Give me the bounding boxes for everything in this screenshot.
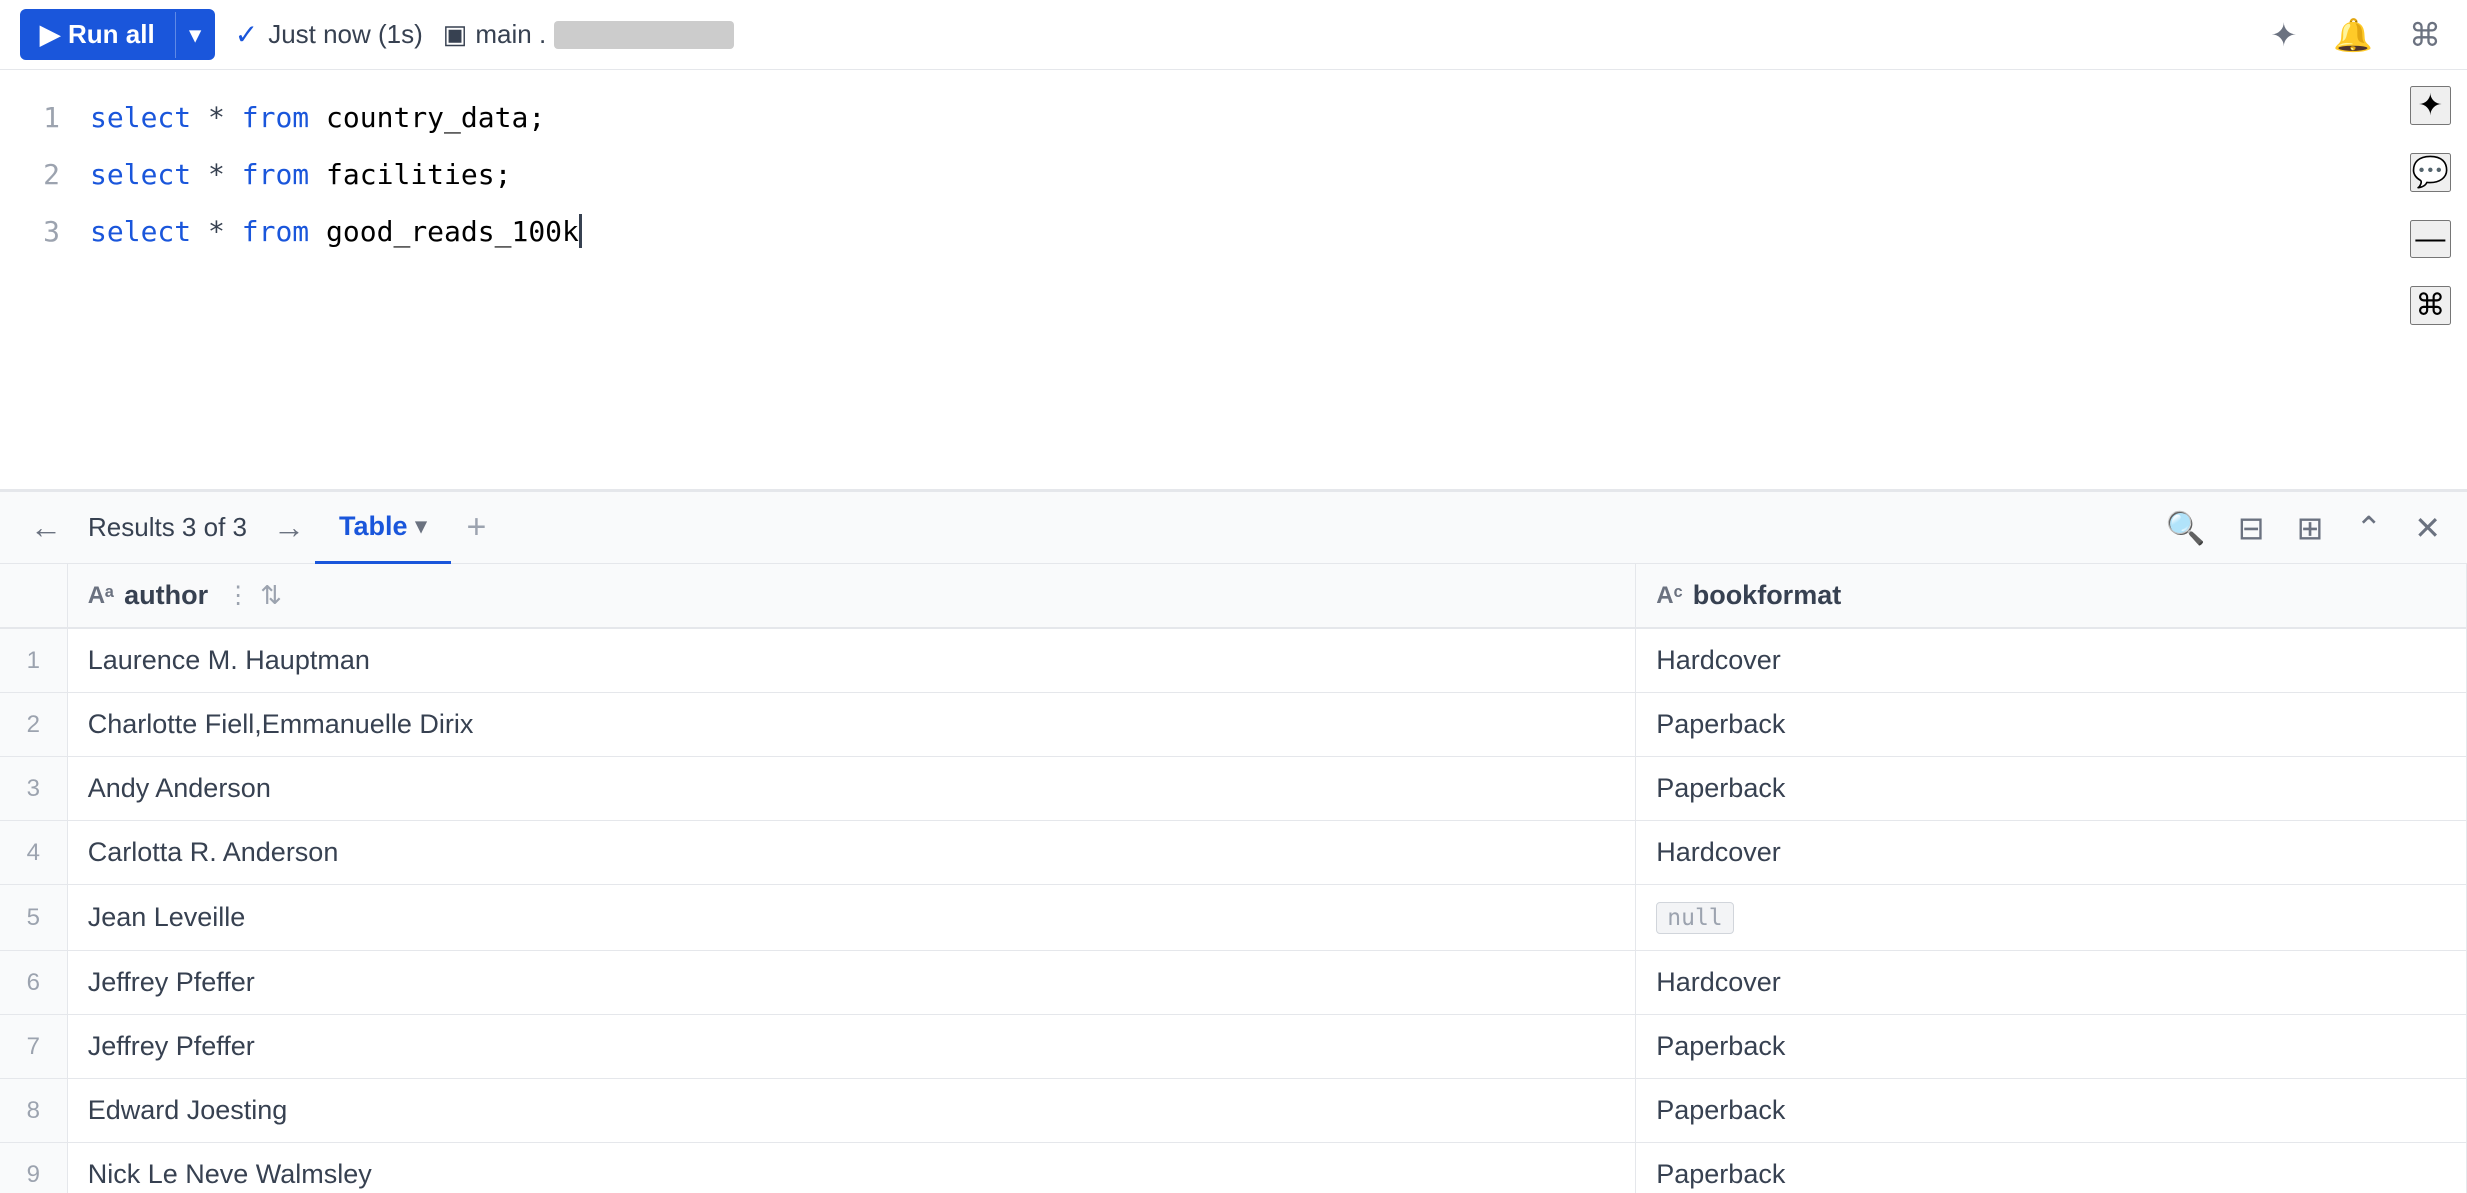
results-table: Aᵃ author ⋮ ⇅ Aᶜ bookformat 1 — [0, 564, 2467, 1193]
table-row: 2Charlotte Fiell,Emmanuelle DirixPaperba… — [0, 693, 2467, 757]
author-column-label: author — [124, 580, 208, 611]
toolbar: ▶ Run all ▾ ✓ Just now (1s) ▣ main . ✦ 🔔… — [0, 0, 2467, 70]
table-row: 5Jean Leveille null — [0, 885, 2467, 951]
row-number: 4 — [0, 821, 67, 885]
bookformat-cell: Paperback — [1636, 1079, 2467, 1143]
author-column-header[interactable]: Aᵃ author ⋮ ⇅ — [67, 564, 1636, 628]
author-cell: Laurence M. Hauptman — [67, 628, 1636, 693]
results-label: Results 3 of 3 — [88, 512, 247, 543]
code-content-3: select * from good_reads_100k — [90, 210, 582, 255]
editor-right-icons: ✦ 💬 — ⌘ — [2410, 86, 2451, 325]
bookformat-cell: Paperback — [1636, 757, 2467, 821]
author-cell: Andy Anderson — [67, 757, 1636, 821]
results-table-container[interactable]: Aᵃ author ⋮ ⇅ Aᶜ bookformat 1 — [0, 564, 2467, 1193]
db-selector[interactable]: ▣ main . — [443, 19, 734, 50]
add-tab-button[interactable]: + — [451, 502, 503, 553]
table-row: 6Jeffrey PfefferHardcover — [0, 951, 2467, 1015]
search-results-button[interactable]: 🔍 — [2160, 503, 2212, 553]
line-number-3: 3 — [0, 210, 60, 255]
minus-icon[interactable]: — — [2410, 220, 2451, 258]
table-row: 7Jeffrey PfefferPaperback — [0, 1015, 2467, 1079]
command-icon[interactable]: ⌘ — [2403, 10, 2447, 60]
code-line-2: 2 select * from facilities; — [0, 147, 2467, 204]
play-icon: ▶ — [40, 19, 60, 50]
row-number: 5 — [0, 885, 67, 951]
author-cell: Nick Le Neve Walmsley — [67, 1143, 1636, 1193]
tab-table[interactable]: Table ▾ — [315, 492, 451, 564]
author-cell: Edward Joesting — [67, 1079, 1636, 1143]
bookformat-column-header[interactable]: Aᶜ bookformat — [1636, 564, 2467, 628]
bookformat-cell: Paperback — [1636, 693, 2467, 757]
prev-result-button[interactable]: ← — [20, 503, 72, 552]
table-row: 4Carlotta R. AndersonHardcover — [0, 821, 2467, 885]
db-name: main . — [475, 19, 546, 50]
null-badge: null — [1656, 902, 1733, 934]
code-line-1: 1 select * from country_data; — [0, 90, 2467, 147]
results-actions: 🔍 ⊟ ⊞ ⌃ ✕ — [2160, 503, 2447, 553]
author-cell: Charlotte Fiell,Emmanuelle Dirix — [67, 693, 1636, 757]
table-row: 9Nick Le Neve WalmsleyPaperback — [0, 1143, 2467, 1193]
author-cell: Jean Leveille — [67, 885, 1636, 951]
line-number-2: 2 — [0, 153, 60, 198]
bookformat-column-label: bookformat — [1693, 580, 1842, 611]
results-panel: ← Results 3 of 3 → Table ▾ + 🔍 ⊟ ⊞ ⌃ ✕ A… — [0, 490, 2467, 1193]
author-sort-button[interactable]: ⇅ — [260, 580, 282, 611]
code-content-1: select * from country_data; — [90, 96, 545, 141]
run-dropdown-icon[interactable]: ▾ — [175, 12, 215, 58]
bookformat-cell: Hardcover — [1636, 628, 2467, 693]
grid-icon[interactable]: ⌘ — [2410, 286, 2451, 325]
row-number-header — [0, 564, 67, 628]
sparkle-icon[interactable]: ✦ — [2410, 86, 2451, 125]
results-tabs-bar: ← Results 3 of 3 → Table ▾ + 🔍 ⊟ ⊞ ⌃ ✕ — [0, 492, 2467, 564]
table-header-row: Aᵃ author ⋮ ⇅ Aᶜ bookformat — [0, 564, 2467, 628]
row-number: 1 — [0, 628, 67, 693]
next-result-button[interactable]: → — [263, 503, 315, 552]
row-number: 9 — [0, 1143, 67, 1193]
status-text: Just now (1s) — [268, 19, 423, 50]
bookformat-cell: Paperback — [1636, 1143, 2467, 1193]
row-number: 8 — [0, 1079, 67, 1143]
author-menu-button[interactable]: ⋮ — [226, 581, 250, 610]
db-name-blurred — [554, 21, 734, 49]
bookformat-cell: null — [1636, 885, 2467, 951]
code-content-2: select * from facilities; — [90, 153, 511, 198]
filter-results-button[interactable]: ⊟ — [2232, 503, 2271, 553]
run-all-label: Run all — [68, 19, 155, 50]
bookformat-type-icon: Aᶜ — [1656, 582, 1682, 610]
author-cell: Jeffrey Pfeffer — [67, 951, 1636, 1015]
status-area: ✓ Just now (1s) — [235, 18, 423, 51]
run-all-button[interactable]: ▶ Run all ▾ — [20, 9, 215, 60]
star-icon[interactable]: ✦ — [2264, 10, 2303, 60]
row-number: 2 — [0, 693, 67, 757]
table-row: 1Laurence M. HauptmanHardcover — [0, 628, 2467, 693]
toolbar-right-actions: ✦ 🔔 ⌘ — [2264, 10, 2447, 60]
row-number: 6 — [0, 951, 67, 1015]
tab-dropdown-icon[interactable]: ▾ — [416, 513, 427, 539]
table-row: 3Andy AndersonPaperback — [0, 757, 2467, 821]
table-row: 8Edward JoestingPaperback — [0, 1079, 2467, 1143]
bookformat-cell: Paperback — [1636, 1015, 2467, 1079]
collapse-results-button[interactable]: ⌃ — [2349, 503, 2388, 553]
table-body: 1Laurence M. HauptmanHardcover2Charlotte… — [0, 628, 2467, 1193]
close-results-button[interactable]: ✕ — [2408, 503, 2447, 553]
author-cell: Carlotta R. Anderson — [67, 821, 1636, 885]
author-type-icon: Aᵃ — [88, 582, 114, 610]
chat-icon[interactable]: 💬 — [2410, 153, 2451, 192]
row-number: 7 — [0, 1015, 67, 1079]
row-number: 3 — [0, 757, 67, 821]
bell-icon[interactable]: 🔔 — [2327, 10, 2379, 60]
bookformat-cell: Hardcover — [1636, 951, 2467, 1015]
db-icon: ▣ — [443, 19, 468, 50]
layout-results-button[interactable]: ⊞ — [2291, 503, 2330, 553]
code-line-3: 3 select * from good_reads_100k — [0, 204, 2467, 261]
line-number-1: 1 — [0, 96, 60, 141]
tab-table-label: Table — [339, 511, 408, 542]
bookformat-cell: Hardcover — [1636, 821, 2467, 885]
check-icon: ✓ — [235, 18, 258, 51]
author-cell: Jeffrey Pfeffer — [67, 1015, 1636, 1079]
editor-area[interactable]: 1 select * from country_data; 2 select *… — [0, 70, 2467, 490]
